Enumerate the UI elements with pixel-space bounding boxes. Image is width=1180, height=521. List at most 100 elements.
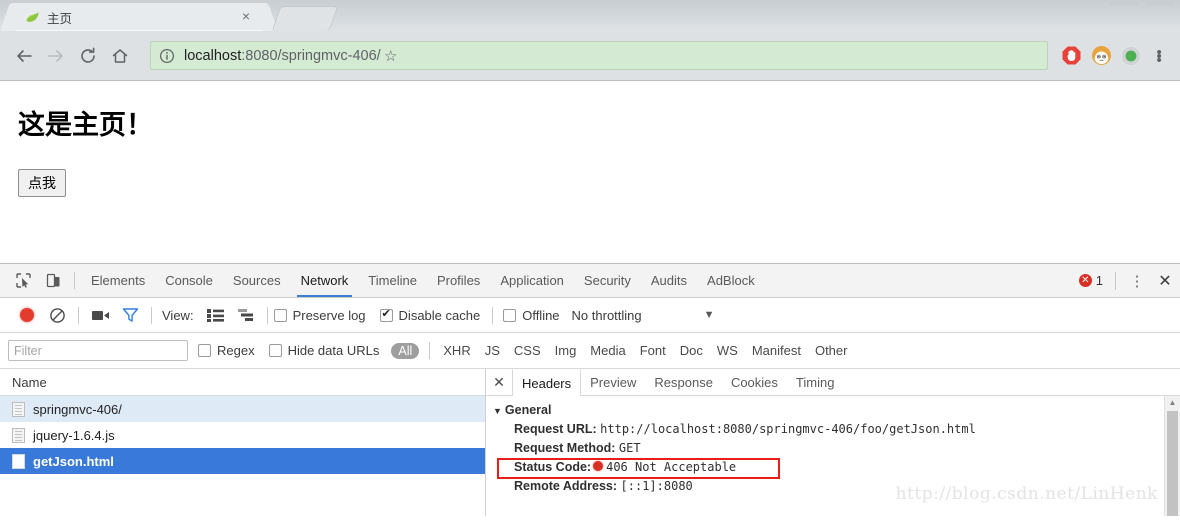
table-row[interactable]: jquery-1.6.4.js bbox=[0, 422, 485, 448]
scrollbar-thumb[interactable] bbox=[1167, 411, 1178, 516]
table-row[interactable]: getJson.html bbox=[0, 448, 485, 474]
tab-console[interactable]: Console bbox=[155, 264, 223, 297]
triangle-down-icon: ▼ bbox=[493, 406, 502, 416]
preserve-log-label: Preserve log bbox=[292, 307, 366, 323]
filter-type-font[interactable]: Font bbox=[633, 343, 673, 358]
browser-titlebar: 主页 × bbox=[0, 0, 1180, 31]
filter-button[interactable] bbox=[115, 307, 145, 323]
tab-elements[interactable]: Elements bbox=[81, 264, 155, 297]
header-key: Status Code: bbox=[514, 460, 592, 474]
filter-type-manifest[interactable]: Manifest bbox=[745, 343, 808, 358]
detail-scrollbar[interactable]: ▲ bbox=[1164, 396, 1180, 516]
filter-type-media[interactable]: Media bbox=[583, 343, 632, 358]
filter-type-other[interactable]: Other bbox=[808, 343, 855, 358]
tab-timeline[interactable]: Timeline bbox=[358, 264, 427, 297]
url-host: localhost bbox=[184, 47, 242, 64]
detail-close-icon[interactable]: ✕ bbox=[486, 374, 512, 391]
record-button[interactable] bbox=[12, 308, 42, 322]
tab-sources[interactable]: Sources bbox=[223, 264, 291, 297]
disable-cache-label: Disable cache bbox=[398, 307, 481, 323]
regex-checkbox[interactable]: Regex bbox=[198, 343, 255, 358]
devtools-tabbar: Elements Console Sources Network Timelin… bbox=[0, 264, 1180, 298]
checkbox-box bbox=[198, 344, 211, 357]
hide-data-urls-checkbox[interactable]: Hide data URLs bbox=[268, 343, 379, 358]
network-toolbar: View: Preserve log Disable cache bbox=[0, 298, 1180, 333]
avatar-icon[interactable] bbox=[1086, 41, 1116, 71]
view-label: View: bbox=[162, 307, 194, 323]
header-key: Request URL: bbox=[514, 422, 597, 436]
general-section-header[interactable]: ▼ General bbox=[493, 403, 1180, 417]
header-row-remote-address: Remote Address: [::1]:8080 bbox=[493, 477, 1180, 496]
scroll-up-icon[interactable]: ▲ bbox=[1165, 396, 1180, 410]
chevron-down-icon[interactable]: ▼ bbox=[704, 309, 715, 321]
devtools-menu-icon[interactable]: ⋮ bbox=[1124, 274, 1150, 289]
error-count: 1 bbox=[1095, 273, 1103, 288]
browser-menu-icon[interactable]: • • • bbox=[1146, 45, 1172, 68]
general-label: General bbox=[504, 403, 552, 417]
window-controls[interactable] bbox=[1110, 0, 1174, 5]
filter-type-css[interactable]: CSS bbox=[507, 343, 548, 358]
address-bar[interactable]: localhost:8080/springmvc-406/ ☆ bbox=[150, 41, 1048, 70]
offline-label: Offline bbox=[522, 307, 560, 323]
reload-icon[interactable] bbox=[72, 40, 104, 72]
home-icon[interactable] bbox=[104, 40, 136, 72]
tab-preview[interactable]: Preview bbox=[581, 369, 645, 396]
checkbox-box bbox=[379, 307, 393, 322]
tab-timing[interactable]: Timing bbox=[787, 369, 844, 396]
url-text: localhost:8080/springmvc-406/ bbox=[184, 48, 381, 64]
preserve-log-checkbox[interactable]: Preserve log bbox=[273, 307, 366, 323]
tab-adblock[interactable]: AdBlock bbox=[697, 264, 765, 297]
table-row[interactable]: springmvc-406/ bbox=[0, 396, 485, 422]
tab-response[interactable]: Response bbox=[645, 369, 722, 396]
header-value: GET bbox=[618, 441, 641, 455]
tab-profiles[interactable]: Profiles bbox=[427, 264, 490, 297]
tab-cookies[interactable]: Cookies bbox=[722, 369, 787, 396]
click-me-button[interactable]: 点我 bbox=[18, 169, 66, 197]
minimize-icon[interactable] bbox=[1110, 1, 1138, 5]
tab-audits[interactable]: Audits bbox=[641, 264, 697, 297]
screenshot-button[interactable] bbox=[85, 308, 115, 322]
header-row-status-code: Status Code: 406 Not Acceptable bbox=[493, 458, 1180, 477]
request-detail: ✕ Headers Preview Response Cookies Timin… bbox=[486, 369, 1180, 516]
list-view-icon[interactable] bbox=[201, 308, 231, 322]
column-header-name[interactable]: Name bbox=[0, 369, 485, 396]
disable-cache-checkbox[interactable]: Disable cache bbox=[379, 307, 481, 323]
back-icon[interactable] bbox=[8, 40, 40, 72]
tab-application[interactable]: Application bbox=[490, 264, 574, 297]
error-count-badge[interactable]: ✕ 1 bbox=[1078, 273, 1103, 288]
throttling-select[interactable]: No throttling bbox=[572, 308, 642, 323]
browser-tab[interactable]: 主页 × bbox=[16, 3, 262, 31]
browser-toolbar: localhost:8080/springmvc-406/ ☆ • • • bbox=[0, 31, 1180, 81]
request-name: getJson.html bbox=[33, 453, 114, 469]
filter-type-all[interactable]: All bbox=[391, 342, 420, 359]
info-circle-icon[interactable] bbox=[159, 48, 175, 64]
bookmark-star-icon[interactable]: ☆ bbox=[381, 47, 401, 65]
filter-type-ws[interactable]: WS bbox=[710, 343, 745, 358]
divider bbox=[266, 306, 268, 324]
filter-type-img[interactable]: Img bbox=[548, 343, 584, 358]
close-icon[interactable]: × bbox=[238, 9, 254, 25]
filter-type-js[interactable]: JS bbox=[478, 343, 507, 358]
request-name: springmvc-406/ bbox=[33, 401, 122, 417]
offline-checkbox[interactable]: Offline bbox=[503, 307, 560, 323]
url-path: :8080/springmvc-406/ bbox=[241, 47, 381, 64]
tab-headers[interactable]: Headers bbox=[512, 369, 582, 396]
inspect-element-icon[interactable] bbox=[8, 268, 38, 294]
checkbox-box bbox=[503, 308, 517, 322]
devtools-close-icon[interactable]: ✕ bbox=[1150, 268, 1180, 294]
tab-security[interactable]: Security bbox=[574, 264, 641, 297]
maximize-icon[interactable] bbox=[1146, 1, 1174, 5]
divider bbox=[74, 272, 75, 289]
tab-network[interactable]: Network bbox=[291, 264, 359, 297]
clear-button[interactable] bbox=[42, 307, 72, 324]
divider bbox=[492, 306, 494, 324]
device-toolbar-icon[interactable] bbox=[38, 268, 68, 294]
adblock-hand-icon[interactable] bbox=[1056, 41, 1086, 71]
filter-type-xhr[interactable]: XHR bbox=[436, 343, 477, 358]
filter-input[interactable] bbox=[8, 340, 188, 361]
headers-body: ▼ General Request URL: http://localhost:8… bbox=[486, 396, 1180, 496]
filter-type-doc[interactable]: Doc bbox=[673, 343, 710, 358]
new-tab-button[interactable] bbox=[271, 6, 339, 31]
waterfall-view-icon[interactable] bbox=[231, 308, 261, 322]
green-circle-icon[interactable] bbox=[1116, 41, 1146, 71]
